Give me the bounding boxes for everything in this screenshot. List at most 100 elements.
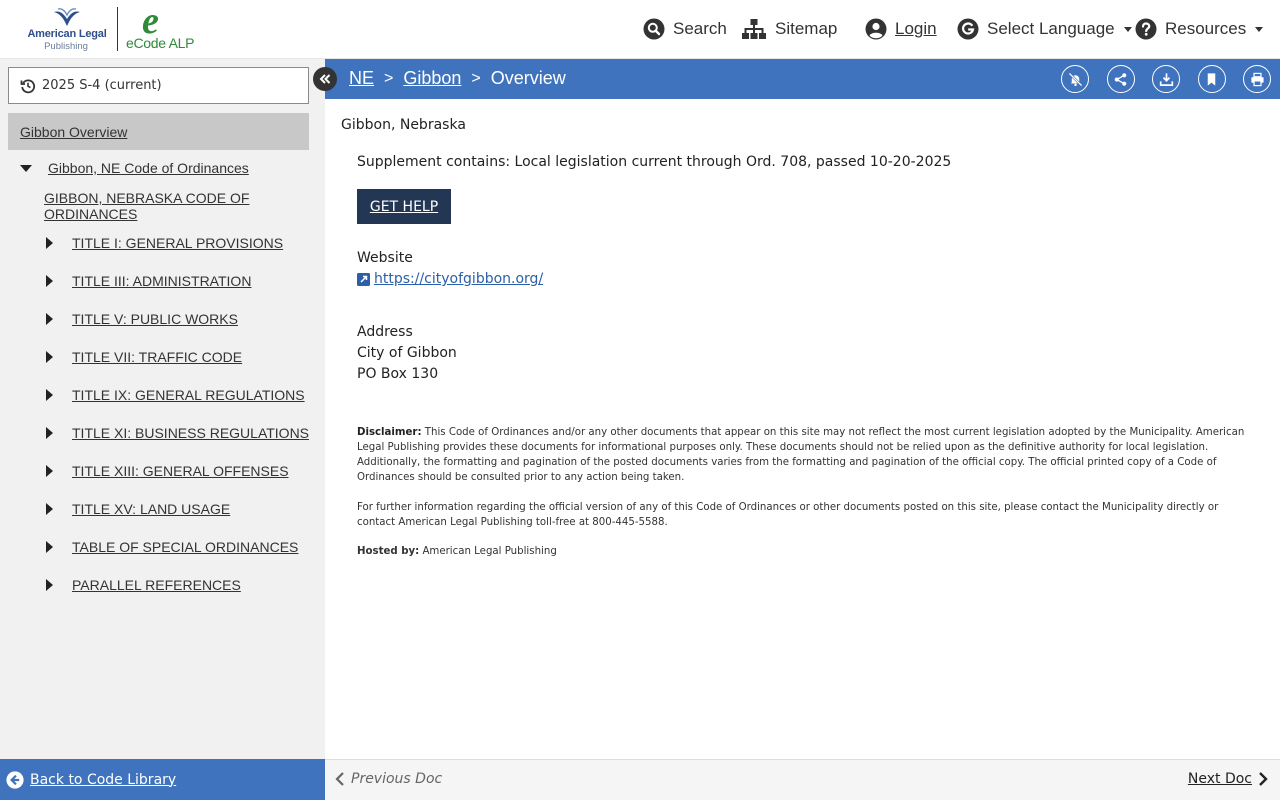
expand-right-icon[interactable]: [46, 275, 53, 287]
toc-sidebar: 2025 S-4 (current) Gibbon Overview Gibbo…: [0, 59, 325, 759]
hosted-by-value: American Legal Publishing: [419, 546, 557, 557]
sitemap-nav[interactable]: Sitemap: [741, 14, 837, 44]
document-toolbar: [1044, 65, 1271, 93]
expand-right-icon[interactable]: [46, 465, 53, 477]
toc-title-node[interactable]: TITLE XI: BUSINESS REGULATIONS: [46, 421, 309, 445]
page-title: Gibbon, Nebraska: [341, 117, 466, 133]
address-heading: Address: [357, 324, 413, 340]
expand-right-icon[interactable]: [46, 427, 53, 439]
toc-code-node[interactable]: Gibbon, NE Code of Ordinances: [20, 156, 249, 180]
toc-title-label: TITLE XV: LAND USAGE: [72, 501, 231, 517]
website-heading: Website: [357, 250, 413, 266]
bookmark-button[interactable]: [1197, 65, 1226, 93]
print-icon: [1250, 72, 1264, 86]
document-pager: Previous Doc Next Doc: [325, 759, 1280, 800]
toc-title-node[interactable]: TITLE V: PUBLIC WORKS: [46, 307, 238, 331]
version-select[interactable]: 2025 S-4 (current): [8, 67, 309, 104]
toc-title-node[interactable]: TITLE IX: GENERAL REGULATIONS: [46, 383, 305, 407]
previous-doc-button[interactable]: Previous Doc: [333, 771, 442, 787]
toc-title-node[interactable]: TITLE I: GENERAL PROVISIONS: [46, 231, 283, 255]
toc-title-node[interactable]: TABLE OF SPECIAL ORDINANCES: [46, 535, 298, 559]
breadcrumb-state-link[interactable]: NE: [349, 68, 374, 89]
next-doc-label: Next Doc: [1187, 771, 1252, 787]
expand-right-icon[interactable]: [46, 389, 53, 401]
further-info: For further information regarding the of…: [357, 502, 1219, 528]
expand-down-icon[interactable]: [20, 164, 32, 172]
toc-title-node[interactable]: TITLE VII: TRAFFIC CODE: [46, 345, 242, 369]
expand-right-icon[interactable]: [46, 237, 53, 249]
search-nav[interactable]: Search: [643, 14, 727, 44]
logo-publisher-line2: Publishing: [44, 41, 88, 52]
expand-right-icon[interactable]: [46, 351, 53, 363]
download-button[interactable]: [1152, 65, 1180, 93]
expand-right-icon[interactable]: [46, 541, 53, 553]
resources-menu[interactable]: Resources: [1135, 14, 1264, 44]
ecode-alp-logo: e eCode ALP: [126, 0, 196, 53]
breadcrumb-bar: NE > Gibbon > Overview: [325, 59, 1280, 99]
next-doc-button[interactable]: Next Doc: [1188, 771, 1270, 787]
language-select[interactable]: Select Language: [957, 14, 1132, 44]
toc-title-label: TITLE XI: BUSINESS REGULATIONS: [72, 425, 310, 441]
google-icon: [957, 18, 979, 40]
toc-code-heading[interactable]: GIBBON, NEBRASKA CODE OF ORDINANCES: [44, 190, 325, 222]
main-content: Gibbon, Nebraska Supplement contains: Lo…: [325, 99, 1280, 758]
logo-publisher-line1: American Legal: [27, 28, 107, 40]
print-button[interactable]: [1243, 65, 1271, 93]
bookmark-icon: [1207, 72, 1216, 86]
toc-title-label: TITLE III: ADMINISTRATION: [72, 273, 252, 289]
disclaimer: Disclaimer: This Code of Ordinances and/…: [357, 425, 1247, 485]
toc-title-node[interactable]: TITLE XIII: GENERAL OFFENSES: [46, 459, 289, 483]
chevron-down-icon: [1123, 26, 1132, 32]
ecode-suffix: ALP: [168, 35, 195, 51]
external-link-icon: [357, 272, 370, 286]
toc-title-label: TITLE I: GENERAL PROVISIONS: [72, 235, 284, 251]
address-line: PO Box 130: [357, 366, 439, 382]
disclaimer-label: Disclaimer:: [357, 427, 422, 438]
breadcrumb-separator: >: [384, 69, 394, 87]
toc-title-label: TITLE XIII: GENERAL OFFENSES: [72, 463, 289, 479]
language-select-label: Select Language: [987, 19, 1115, 38]
notifications-button[interactable]: [1061, 65, 1089, 93]
collapse-sidebar-button[interactable]: [313, 67, 337, 91]
website-link-label: https://cityofgibbon.org/: [374, 271, 544, 287]
breadcrumb: NE > Gibbon > Overview: [349, 68, 566, 89]
expand-right-icon[interactable]: [46, 313, 53, 325]
version-label: 2025 S-4 (current): [42, 78, 162, 93]
toc-title-label: TITLE VII: TRAFFIC CODE: [72, 349, 243, 365]
toc-overview-label: Gibbon Overview: [20, 123, 128, 140]
logo-divider: [117, 7, 118, 51]
share-icon: [1114, 72, 1127, 86]
history-icon: [20, 78, 36, 93]
get-help-button[interactable]: GET HELP: [357, 189, 451, 224]
toc-overview-link[interactable]: Gibbon Overview: [8, 113, 309, 150]
resources-menu-label: Resources: [1165, 19, 1247, 38]
top-header: American Legal Publishing e eCode ALP Se…: [0, 0, 1280, 59]
chevron-left-icon: [335, 772, 344, 786]
sitemap-nav-label: Sitemap: [775, 19, 838, 38]
toc-title-label: TABLE OF SPECIAL ORDINANCES: [72, 539, 299, 555]
question-circle-icon: [1135, 18, 1157, 40]
toc-title-node[interactable]: TITLE XV: LAND USAGE: [46, 497, 230, 521]
breadcrumb-city-link[interactable]: Gibbon: [403, 68, 461, 89]
toc-title-label: PARALLEL REFERENCES: [72, 577, 241, 593]
website-link[interactable]: https://cityofgibbon.org/: [357, 271, 543, 287]
expand-right-icon[interactable]: [46, 579, 53, 591]
site-logo[interactable]: American Legal Publishing e eCode ALP: [26, 0, 196, 53]
double-chevron-left-icon: [319, 74, 331, 84]
toc-code-heading-label: GIBBON, NEBRASKA CODE OF ORDINANCES: [44, 190, 250, 222]
previous-doc-label: Previous Doc: [351, 771, 443, 787]
search-nav-label: Search: [673, 19, 727, 38]
toc-code-label: Gibbon, NE Code of Ordinances: [48, 160, 249, 176]
eagle-logo-icon: [54, 8, 80, 26]
back-to-library-link[interactable]: Back to Code Library: [0, 759, 325, 800]
notification-off-icon: [1068, 72, 1082, 86]
toc-title-node[interactable]: TITLE III: ADMINISTRATION: [46, 269, 251, 293]
login-nav[interactable]: Login: [865, 14, 937, 44]
toc-title-node[interactable]: PARALLEL REFERENCES: [46, 573, 241, 597]
ecode-name: eCode: [126, 35, 166, 51]
sitemap-icon: [742, 19, 766, 39]
share-button[interactable]: [1106, 65, 1135, 93]
expand-right-icon[interactable]: [46, 503, 53, 515]
hosted-by: Hosted by: American Legal Publishing: [357, 546, 557, 557]
user-circle-icon: [865, 18, 887, 40]
